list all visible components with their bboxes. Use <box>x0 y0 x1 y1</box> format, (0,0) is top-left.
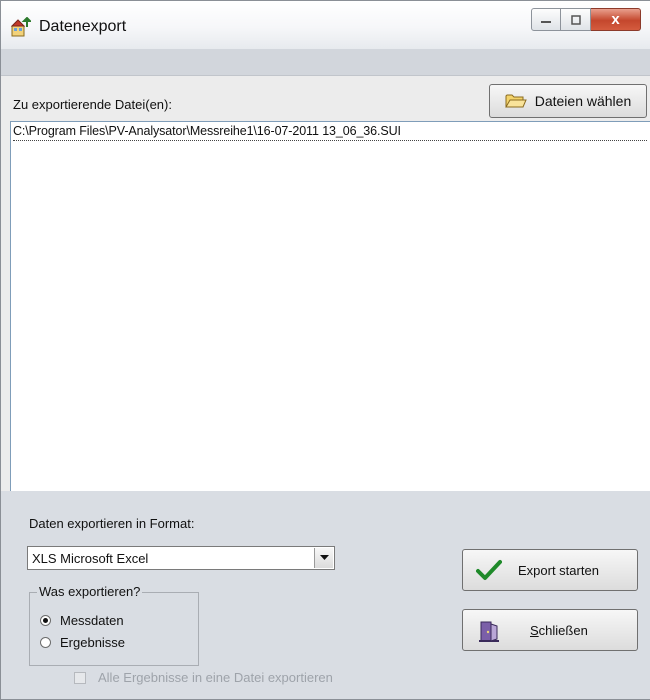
radio-button-checked[interactable] <box>40 615 51 626</box>
export-what-legend: Was exportieren? <box>37 584 143 599</box>
maximize-button[interactable] <box>561 8 591 31</box>
choose-files-label: Dateien wählen <box>534 93 632 109</box>
format-label: Daten exportieren in Format: <box>29 516 195 531</box>
datenexport-window: Datenexport x Zu exportierende Datei(en)… <box>0 0 650 700</box>
all-results-label: Alle Ergebnisse in eine Datei exportiere… <box>98 670 333 685</box>
checkbox-box[interactable] <box>74 671 86 684</box>
app-icon <box>11 17 31 37</box>
chevron-down-icon <box>319 555 329 560</box>
minimize-icon <box>541 20 551 23</box>
focus-rectangle <box>13 140 647 141</box>
close-icon: x <box>611 11 620 28</box>
format-select[interactable]: XLS Microsoft Excel <box>27 546 335 570</box>
radio-messdaten-label: Messdaten <box>60 613 124 628</box>
title-bar[interactable]: Datenexport x <box>1 1 650 49</box>
files-label: Zu exportierende Datei(en): <box>13 97 172 112</box>
export-start-button[interactable]: Export starten <box>462 549 638 591</box>
dropdown-arrow-button[interactable] <box>314 548 333 568</box>
close-mnemonic-letter: S <box>530 623 539 638</box>
exit-door-icon <box>479 621 499 642</box>
window-controls: x <box>531 8 641 31</box>
minimize-button[interactable] <box>531 8 561 31</box>
window-title: Datenexport <box>39 18 127 35</box>
radio-ergebnisse[interactable]: Ergebnisse <box>40 635 125 650</box>
format-selected-value: XLS Microsoft Excel <box>32 551 149 566</box>
close-label-rest: chließen <box>538 623 588 638</box>
file-section: Zu exportierende Datei(en): Dateien wähl… <box>1 76 650 492</box>
close-window-button[interactable]: x <box>591 8 641 31</box>
options-section: Daten exportieren in Format: XLS Microso… <box>1 491 650 699</box>
choose-files-button[interactable]: Dateien wählen <box>489 84 647 118</box>
checkmark-icon <box>476 560 502 580</box>
all-results-checkbox[interactable]: Alle Ergebnisse in eine Datei exportiere… <box>74 670 333 685</box>
radio-messdaten[interactable]: Messdaten <box>40 613 124 628</box>
toolbar-strip <box>1 49 650 76</box>
folder-icon <box>504 94 527 108</box>
close-dialog-label: Schließen <box>530 623 588 638</box>
radio-button-unchecked[interactable] <box>40 637 51 648</box>
file-list[interactable]: C:\Program Files\PV-Analysator\Messreihe… <box>10 121 650 492</box>
export-start-label: Export starten <box>518 563 599 578</box>
export-what-group: Was exportieren? Messdaten Ergebnisse <box>29 584 199 666</box>
close-dialog-button[interactable]: Schließen <box>462 609 638 651</box>
restore-icon <box>570 14 581 25</box>
radio-ergebnisse-label: Ergebnisse <box>60 635 126 650</box>
list-item[interactable]: C:\Program Files\PV-Analysator\Messreihe… <box>13 124 401 138</box>
